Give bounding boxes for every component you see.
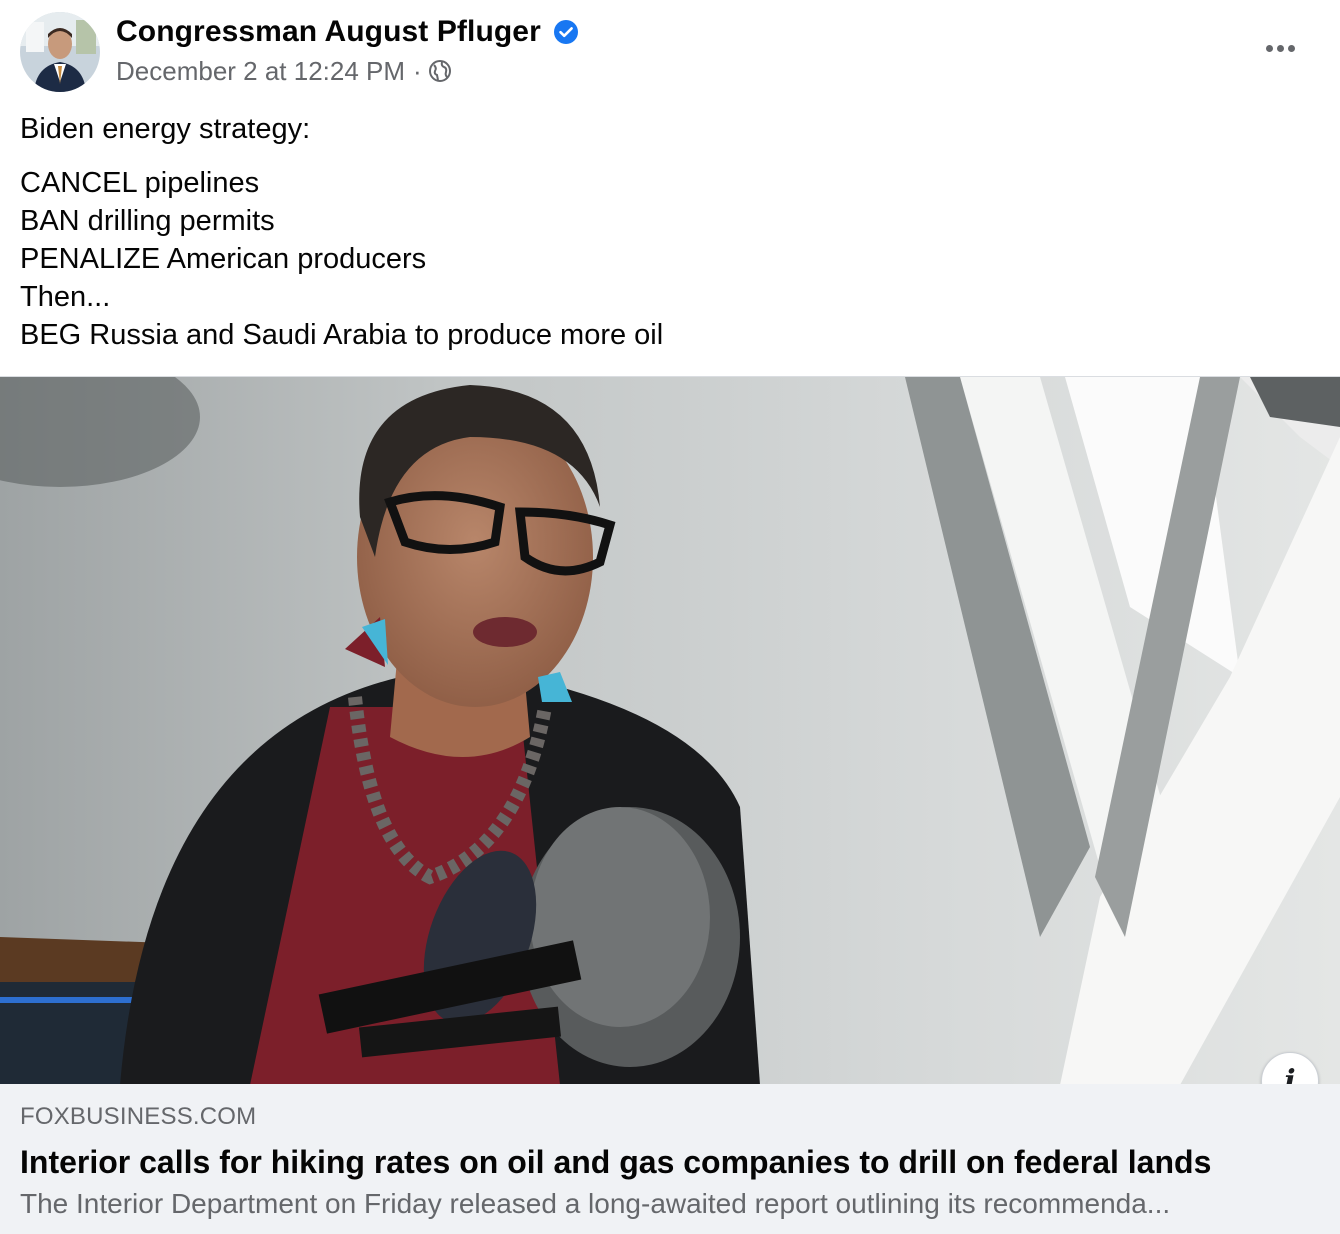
globe-icon[interactable]: [428, 59, 452, 83]
link-domain: FOXBUSINESS.COM: [20, 1103, 257, 1130]
post-text-line: PENALIZE American producers: [20, 243, 427, 275]
news-photo: [0, 377, 1340, 1084]
avatar-image: [20, 12, 100, 92]
facebook-post: Congressman August Pfluger December 2 at…: [0, 0, 1340, 1234]
author-avatar[interactable]: [20, 12, 100, 92]
post-text-line: BEG Russia and Saudi Arabia to produce m…: [20, 319, 664, 351]
author-name[interactable]: Congressman August Pfluger: [116, 14, 541, 50]
link-title[interactable]: Interior calls for hiking rates on oil a…: [20, 1142, 1211, 1182]
post-text-line: CANCEL pipelines: [20, 167, 260, 199]
post-text-intro: Biden energy strategy:: [20, 113, 311, 145]
post-timestamp[interactable]: December 2 at 12:24 PM: [116, 56, 405, 87]
meta-separator: ·: [413, 55, 422, 86]
link-preview-image[interactable]: [0, 376, 1340, 1084]
author-row: Congressman August Pfluger: [116, 14, 579, 50]
post-text-line: Then...: [20, 281, 111, 313]
more-options-icon[interactable]: [1256, 30, 1304, 66]
post-text: Biden energy strategy: CANCEL pipelines …: [20, 110, 663, 354]
post-meta: December 2 at 12:24 PM ·: [116, 54, 452, 88]
link-preview-footer[interactable]: FOXBUSINESS.COM Interior calls for hikin…: [0, 1084, 1340, 1234]
post-text-line: BAN drilling permits: [20, 205, 275, 237]
link-description: The Interior Department on Friday releas…: [20, 1188, 1171, 1219]
verified-badge-icon: [553, 19, 579, 45]
